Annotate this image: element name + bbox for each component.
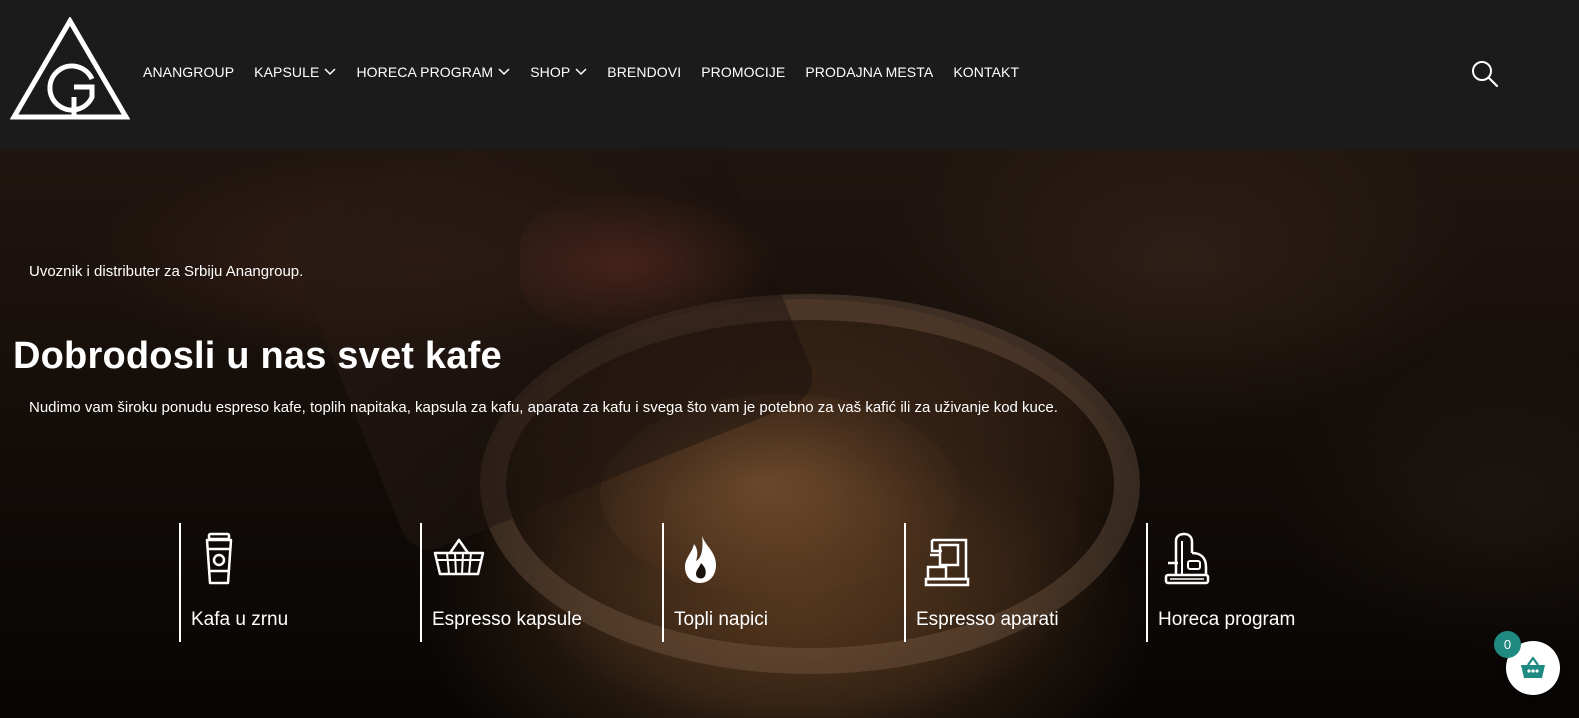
category-label: Espresso kapsule	[432, 609, 582, 630]
category-label: Kafa u zrnu	[191, 609, 289, 630]
nav-item-label: KAPSULE	[254, 64, 320, 80]
nav-item-label: SHOP	[530, 64, 571, 80]
nav-item-label: HORECA PROGRAM	[356, 64, 494, 80]
main-nav: ANANGROUP KAPSULE HORECA PROGRAM SHOP BR…	[143, 64, 1039, 80]
category-espresso-aparati[interactable]: Espresso aparati	[904, 523, 1134, 642]
category-topli-napici[interactable]: Topli napici	[662, 523, 892, 642]
site-header: ANANGROUP KAPSULE HORECA PROGRAM SHOP BR…	[0, 0, 1579, 149]
basket-icon	[1521, 656, 1545, 678]
category-label: Horeca program	[1158, 609, 1296, 630]
nav-item-brendovi[interactable]: BRENDOVI	[607, 64, 681, 80]
anangroup-logo[interactable]	[10, 17, 130, 122]
cart-count-badge: 0	[1494, 631, 1521, 658]
category-kafa-u-zrnu[interactable]: Kafa u zrnu	[179, 523, 409, 642]
basket-icon	[433, 538, 485, 576]
nav-item-prodajna-mesta[interactable]: PRODAJNA MESTA	[805, 64, 933, 80]
hero-background-hand	[520, 189, 780, 339]
espresso-machine-icon	[924, 538, 970, 587]
nav-item-label: BRENDOVI	[607, 64, 682, 80]
nav-item-label: KONTAKT	[953, 64, 1020, 80]
flame-icon	[685, 535, 716, 583]
chevron-down-icon	[575, 68, 587, 76]
category-label: Topli napici	[674, 609, 768, 630]
nav-item-horeca-program[interactable]: HORECA PROGRAM	[356, 64, 510, 80]
nav-item-promocije[interactable]: PROMOCIJE	[701, 64, 785, 80]
nav-item-shop[interactable]: SHOP	[530, 64, 587, 80]
hero-description: Nudimo vam široku ponudu espreso kafe, t…	[29, 399, 1058, 416]
coffee-cup-icon	[205, 532, 233, 585]
category-horeca-program[interactable]: Horeca program	[1146, 523, 1376, 642]
category-label: Espresso aparati	[916, 609, 1059, 630]
nav-item-anangroup[interactable]: ANANGROUP	[143, 64, 234, 80]
nav-item-label: ANANGROUP	[143, 64, 235, 80]
nav-item-label: PRODAJNA MESTA	[805, 64, 934, 80]
hero-tagline: Uvoznik i distributer za Srbiju Anangrou…	[29, 263, 304, 280]
hero-title: Dobrodosli u nas svet kafe	[13, 335, 502, 377]
nav-item-kontakt[interactable]: KONTAKT	[953, 64, 1019, 80]
coffee-machine-icon	[1164, 532, 1210, 585]
chevron-down-icon	[324, 68, 336, 76]
search-icon[interactable]	[1470, 59, 1500, 89]
category-espresso-kapsule[interactable]: Espresso kapsule	[420, 523, 650, 642]
nav-item-label: PROMOCIJE	[701, 64, 786, 80]
nav-item-kapsule[interactable]: KAPSULE	[254, 64, 336, 80]
chevron-down-icon	[498, 68, 510, 76]
